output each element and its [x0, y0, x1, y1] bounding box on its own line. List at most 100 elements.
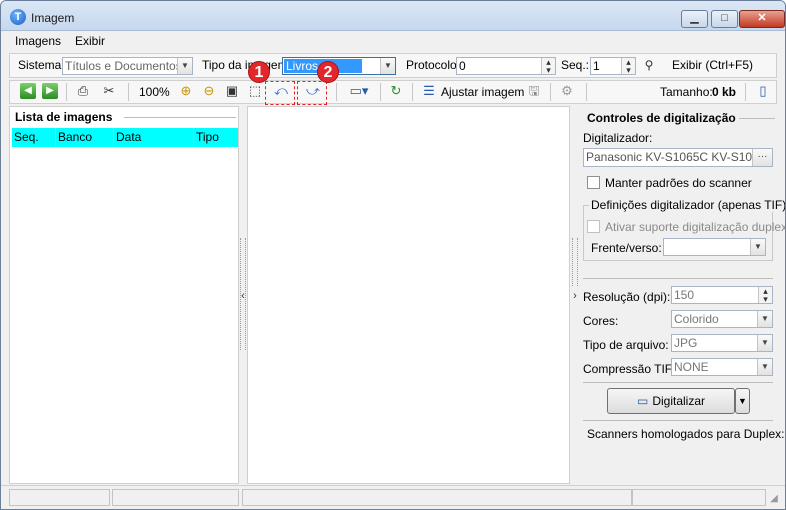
next-arrow-icon[interactable]: ▶	[42, 83, 58, 99]
protocolo-value: 0	[459, 59, 466, 73]
col-seq[interactable]: Seq.	[12, 128, 56, 147]
image-list-panel: Lista de imagens Seq. Banco Data Tipo	[9, 106, 239, 484]
digitalizador-label: Digitalizador:	[583, 131, 653, 145]
toolbar-separator	[412, 83, 413, 101]
toolbar-separator	[380, 83, 381, 101]
window-title: Imagem	[31, 11, 75, 25]
zoom-out-icon[interactable]: ⊖	[200, 82, 218, 100]
image-list-title: Lista de imagens	[15, 110, 113, 124]
chevron-down-icon: ▼	[750, 239, 765, 255]
scanners-duplex-label: Scanners homologados para Duplex:	[587, 427, 785, 441]
zoom-in-icon[interactable]: ⊕	[177, 82, 195, 100]
scissors-icon[interactable]: ✂	[100, 82, 118, 100]
toolbar-separator	[745, 83, 746, 101]
manter-padroes-label: Manter padrões do scanner	[605, 176, 752, 190]
scan-controls-title: Controles de digitalização	[587, 111, 736, 125]
annotation-badge-2: 2	[317, 61, 339, 83]
refresh-page-icon[interactable]: ↻	[387, 82, 405, 100]
resolucao-input[interactable]: 150 ▴ ▾	[671, 286, 773, 304]
browse-button[interactable]: ···	[752, 149, 772, 166]
protocolo-input[interactable]: 0 ▴ ▾	[456, 57, 556, 75]
manter-padroes-checkbox[interactable]	[587, 176, 600, 189]
seq-input[interactable]: 1 ▴ ▾	[590, 57, 636, 75]
chevron-down-icon: ▼	[757, 311, 772, 327]
menu-imagens[interactable]: Imagens	[15, 34, 61, 48]
close-button[interactable]: ✕	[739, 10, 785, 28]
digitalizar-button[interactable]: ▭ Digitalizar	[607, 388, 735, 414]
sistema-select[interactable]: Títulos e Documentos ▼	[62, 57, 193, 75]
tipo-imagem-label: Tipo da imagem:	[202, 58, 291, 72]
chevron-down-icon: ▼	[177, 58, 192, 74]
digitalizar-dropdown-button[interactable]: ▼	[735, 388, 750, 414]
right-splitter-handle[interactable]	[572, 238, 578, 286]
tipo-arquivo-label: Tipo de arquivo:	[583, 338, 669, 352]
main-window: T Imagem ▁ □ ✕ Imagens Exibir Sistema: T…	[0, 0, 786, 510]
image-list-header: Seq. Banco Data Tipo	[12, 128, 238, 147]
sistema-label: Sistema:	[18, 58, 65, 72]
ajustar-imagem-button[interactable]: Ajustar imagem	[441, 85, 524, 99]
col-tipo[interactable]: Tipo	[194, 128, 238, 147]
exibir-button[interactable]: Exibir (Ctrl+F5)	[672, 58, 753, 72]
gear-icon[interactable]: ⚙	[558, 82, 576, 100]
seq-label: Seq.:	[561, 58, 590, 72]
col-banco[interactable]: Banco	[56, 128, 114, 147]
toolbar-separator	[128, 83, 129, 101]
compressao-value: NONE	[674, 360, 709, 374]
spin-up-down-icon[interactable]: ▴ ▾	[621, 58, 635, 74]
fit-width-icon[interactable]: ⬚	[246, 82, 264, 100]
exit-door-icon[interactable]: ▯	[754, 82, 772, 100]
seq-value: 1	[593, 59, 600, 73]
section-divider	[583, 278, 773, 279]
status-cell	[112, 489, 239, 506]
toolbar-separator	[586, 83, 587, 101]
annotation-box-2	[297, 81, 327, 105]
fit-page-icon[interactable]: ▣	[223, 82, 241, 100]
frente-verso-select[interactable]: ▼	[663, 238, 766, 256]
section-divider	[583, 420, 773, 421]
cores-select[interactable]: Colorido ▼	[671, 310, 773, 328]
frente-verso-label: Frente/verso:	[591, 241, 662, 255]
toolbar-separator	[550, 83, 551, 101]
status-cell	[242, 489, 632, 506]
resize-grip-icon[interactable]: ◢	[765, 490, 783, 508]
toolbar-separator	[336, 83, 337, 101]
compressao-label: Compressão TIF:	[583, 362, 676, 376]
scanner-icon: ▭	[636, 394, 649, 408]
resolucao-value: 150	[674, 288, 695, 302]
printer-icon[interactable]: ⎙	[74, 82, 92, 100]
section-divider	[583, 382, 773, 383]
digitalizar-label: Digitalizar	[652, 394, 706, 408]
digitalizador-value: Panasonic KV-S1065C KV-S1046C	[586, 150, 773, 164]
binoculars-icon[interactable]: ⚲	[640, 56, 658, 74]
maximize-button[interactable]: □	[711, 10, 738, 28]
scanner-dropdown-icon[interactable]: ▭▾	[346, 82, 372, 100]
minimize-button[interactable]: ▁	[681, 10, 708, 28]
title-bar: T Imagem ▁ □ ✕	[1, 1, 785, 31]
chevron-down-icon: ▼	[380, 58, 395, 74]
tamanho-value: 0 kb	[712, 85, 737, 99]
previous-arrow-icon[interactable]: ◀	[20, 83, 36, 99]
title-divider	[124, 117, 236, 118]
spin-up-down-icon[interactable]: ▴ ▾	[541, 58, 555, 74]
image-viewer	[247, 106, 570, 484]
spin-up-down-icon[interactable]: ▴ ▾	[758, 287, 772, 303]
adjust-image-icon[interactable]: ☰	[420, 82, 438, 100]
definicoes-title: Definições digitalizador (apenas TIF)	[589, 198, 785, 212]
filter-toolbar: Sistema: Títulos e Documentos ▼ Tipo da …	[9, 53, 777, 78]
cores-label: Cores:	[583, 314, 619, 328]
chevron-down-icon: ▼	[757, 359, 772, 375]
app-t-icon: T	[10, 9, 26, 25]
menu-bar: Imagens Exibir	[1, 31, 785, 51]
compressao-select[interactable]: NONE ▼	[671, 358, 773, 376]
resolucao-label: Resolução (dpi):	[583, 290, 671, 304]
toolbar-separator	[66, 83, 67, 101]
save-icon[interactable]: 🖫	[525, 82, 543, 100]
col-data[interactable]: Data	[114, 128, 194, 147]
annotation-box-1	[265, 81, 295, 105]
tipo-arquivo-select[interactable]: JPG ▼	[671, 334, 773, 352]
tipo-imagem-select[interactable]: Livros ▼	[282, 57, 396, 75]
ativar-duplex-checkbox[interactable]	[587, 220, 600, 233]
menu-exibir[interactable]: Exibir	[75, 34, 105, 48]
status-bar: ◢	[1, 485, 785, 509]
digitalizador-field[interactable]: Panasonic KV-S1065C KV-S1046C ···	[583, 148, 773, 167]
